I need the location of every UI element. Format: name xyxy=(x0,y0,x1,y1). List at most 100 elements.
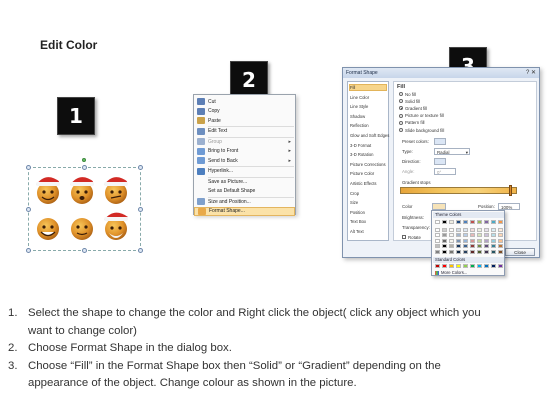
category-item[interactable]: Glow and Soft Edges xyxy=(350,133,389,138)
color-swatch[interactable] xyxy=(498,250,503,254)
gradient-stops-bar[interactable] xyxy=(400,187,517,194)
direction-button[interactable] xyxy=(434,158,446,165)
color-swatch[interactable] xyxy=(463,238,468,243)
color-swatch[interactable] xyxy=(435,244,440,249)
color-swatch[interactable] xyxy=(442,250,447,254)
color-swatch[interactable] xyxy=(498,227,503,232)
color-swatch[interactable] xyxy=(456,250,461,254)
color-swatch[interactable] xyxy=(491,220,496,224)
rotate-handle[interactable] xyxy=(82,158,86,162)
standard-color-swatch[interactable] xyxy=(449,264,454,268)
color-swatch[interactable] xyxy=(463,244,468,249)
standard-color-swatch[interactable] xyxy=(470,264,475,268)
context-menu-item[interactable]: Cut xyxy=(194,97,295,106)
color-swatch[interactable] xyxy=(456,233,461,238)
category-item[interactable]: Artistic Effects xyxy=(350,181,376,186)
context-menu-item[interactable]: Format Shape... xyxy=(194,206,295,216)
color-swatch[interactable] xyxy=(491,238,496,243)
standard-color-swatch[interactable] xyxy=(498,264,503,268)
gradient-stop-handle[interactable] xyxy=(509,185,512,196)
more-colors-option[interactable]: More Colors... xyxy=(435,270,467,275)
close-button[interactable]: Close xyxy=(505,248,535,256)
color-swatch[interactable] xyxy=(484,238,489,243)
category-item[interactable]: Alt Text xyxy=(350,229,364,234)
context-menu-item[interactable]: Set as Default Shape xyxy=(194,187,295,196)
context-menu-item[interactable]: Hyperlink... xyxy=(194,167,295,176)
color-swatch[interactable] xyxy=(498,233,503,238)
color-swatch[interactable] xyxy=(470,250,475,254)
color-swatch[interactable] xyxy=(435,238,440,243)
category-item[interactable]: Text Box xyxy=(350,219,366,224)
standard-color-swatch[interactable] xyxy=(456,264,461,268)
category-item[interactable]: Fill xyxy=(350,85,355,90)
fill-option-radio[interactable] xyxy=(399,99,403,104)
standard-color-swatch[interactable] xyxy=(491,264,496,268)
context-menu-item[interactable]: Save as Picture... xyxy=(194,177,295,186)
color-swatch[interactable] xyxy=(498,238,503,243)
color-swatch[interactable] xyxy=(498,244,503,249)
color-swatch[interactable] xyxy=(491,227,496,232)
color-swatch[interactable] xyxy=(456,227,461,232)
color-swatch[interactable] xyxy=(477,238,482,243)
color-swatch[interactable] xyxy=(442,238,447,243)
color-swatch[interactable] xyxy=(470,244,475,249)
color-swatch[interactable] xyxy=(449,233,454,238)
color-swatch[interactable] xyxy=(484,244,489,249)
context-menu-item[interactable]: Send to Back ▸ xyxy=(194,156,295,165)
color-swatch[interactable] xyxy=(484,233,489,238)
preset-colors-button[interactable] xyxy=(434,138,446,145)
color-swatch[interactable] xyxy=(449,238,454,243)
category-item[interactable]: 3-D Format xyxy=(350,143,371,148)
context-menu-item[interactable]: Paste xyxy=(194,116,295,125)
type-select[interactable]: Radial ▾ xyxy=(434,148,470,155)
color-swatch[interactable] xyxy=(470,238,475,243)
color-picker-button[interactable] xyxy=(432,203,446,210)
color-swatch[interactable] xyxy=(477,244,482,249)
color-swatch[interactable] xyxy=(477,233,482,238)
color-swatch[interactable] xyxy=(491,244,496,249)
fill-option-radio[interactable] xyxy=(399,113,403,118)
fill-option-radio[interactable] xyxy=(399,128,403,132)
color-swatch[interactable] xyxy=(477,227,482,232)
color-swatch[interactable] xyxy=(484,250,489,254)
color-swatch[interactable] xyxy=(456,220,461,224)
standard-color-swatch[interactable] xyxy=(477,264,482,268)
color-swatch[interactable] xyxy=(442,220,447,224)
dialog-close-icon[interactable]: ? ✕ xyxy=(526,69,536,76)
color-swatch[interactable] xyxy=(477,250,482,254)
position-input[interactable]: 100% xyxy=(498,203,520,210)
angle-input[interactable]: 0° xyxy=(434,168,456,175)
color-swatch[interactable] xyxy=(449,244,454,249)
category-item[interactable]: Picture Color xyxy=(350,171,374,176)
color-swatch[interactable] xyxy=(470,227,475,232)
standard-color-swatch[interactable] xyxy=(442,264,447,268)
smiley-faces-illustration[interactable] xyxy=(28,167,141,251)
category-item[interactable]: Reflection xyxy=(350,123,369,128)
context-menu-item[interactable]: Size and Position... xyxy=(194,197,295,206)
category-item[interactable]: 3-D Rotation xyxy=(350,152,374,157)
color-swatch[interactable] xyxy=(442,233,447,238)
color-swatch[interactable] xyxy=(463,233,468,238)
color-swatch[interactable] xyxy=(442,244,447,249)
color-swatch[interactable] xyxy=(498,220,503,224)
color-swatch[interactable] xyxy=(442,227,447,232)
color-swatch[interactable] xyxy=(449,250,454,254)
rotate-checkbox[interactable] xyxy=(402,235,406,239)
color-swatch[interactable] xyxy=(470,220,475,224)
color-swatch[interactable] xyxy=(463,250,468,254)
color-swatch[interactable] xyxy=(435,227,440,232)
color-swatch[interactable] xyxy=(463,220,468,224)
category-item[interactable]: Line Style xyxy=(350,104,368,109)
category-item[interactable]: Picture Corrections xyxy=(350,162,386,167)
color-swatch[interactable] xyxy=(449,220,454,224)
standard-color-swatch[interactable] xyxy=(484,264,489,268)
color-swatch[interactable] xyxy=(484,227,489,232)
color-swatch[interactable] xyxy=(456,238,461,243)
category-item[interactable]: Position xyxy=(350,210,365,215)
fill-option-radio[interactable] xyxy=(399,106,403,111)
category-item[interactable]: Size xyxy=(350,200,358,205)
category-item[interactable]: Line Color xyxy=(350,95,369,100)
color-swatch[interactable] xyxy=(470,233,475,238)
context-menu-item[interactable]: Group ▸ xyxy=(194,137,295,146)
color-swatch[interactable] xyxy=(491,250,496,254)
